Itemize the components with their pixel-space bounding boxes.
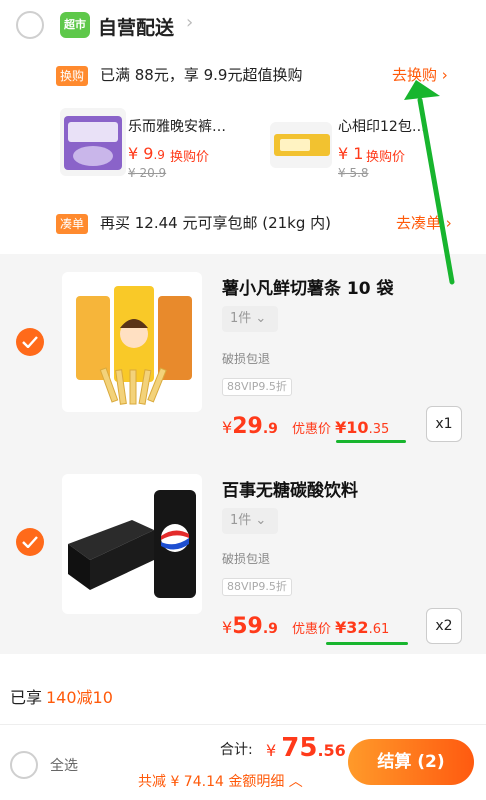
product-image[interactable]	[62, 474, 202, 614]
service-label: 破损包退	[222, 352, 271, 366]
service-label: 破损包退	[222, 552, 271, 566]
product-checkbox[interactable]	[16, 528, 44, 556]
product-name[interactable]: 薯小凡鲜切薯条 10 袋	[222, 274, 394, 299]
product-name[interactable]: 百事无糖碳酸饮料	[222, 476, 358, 501]
diaper-pack-icon	[64, 116, 122, 170]
tissue-pack-icon	[274, 134, 330, 156]
savings-detail[interactable]: 共减 ¥ 74.14 金额明细 ︿	[138, 771, 303, 791]
total-value: ¥ 75.56	[266, 733, 346, 763]
product-image[interactable]	[62, 272, 202, 412]
checkout-button[interactable]: 结算 (2)	[348, 739, 474, 785]
swap-item-name[interactable]: 乐而雅晚安裤…	[128, 116, 226, 136]
checkout-bar: 全选 合计: ¥ 75.56 共减 ¥ 74.14 金额明细 ︿ 结算 (2)	[0, 724, 486, 800]
product-price: ¥29.9	[222, 414, 278, 439]
swap-item-price: ¥ 1	[338, 144, 364, 163]
swap-item-image[interactable]	[60, 108, 126, 176]
spec-value: 1件	[230, 513, 252, 528]
swap-promo-text: 已满 88元，享 9.9元超值换购	[100, 66, 303, 84]
swap-link[interactable]: 去换购 ›	[392, 64, 448, 85]
bundle-tag: 凑单	[56, 214, 89, 234]
swap-item-price: ¥ 9.9	[128, 144, 165, 163]
spec-value: 1件	[230, 311, 252, 326]
product-checkbox[interactable]	[16, 328, 44, 356]
chevron-right-icon: ›	[445, 214, 452, 232]
promo-card: 换购 已满 88元，享 9.9元超值换购 去换购 › 乐而雅晚安裤… ¥ 9.9…	[44, 52, 474, 252]
vip-tag: 88VIP9.5折	[222, 578, 292, 596]
chevron-down-icon: ⌄	[255, 513, 267, 528]
saved-prefix: 已享	[10, 688, 43, 707]
chevron-down-icon: ⌄	[255, 311, 267, 326]
checkmark-icon	[22, 336, 38, 348]
annotation-underline	[336, 440, 406, 443]
saved-value: 140减10	[46, 688, 113, 707]
swap-item-name[interactable]: 心相印12包…	[338, 116, 426, 136]
product-price: ¥59.9	[222, 614, 278, 639]
bundle-link[interactable]: 去凑单 ›	[396, 212, 452, 233]
chevron-right-icon: ›	[441, 66, 448, 84]
product-list: 薯小凡鲜切薯条 10 袋 1件 ⌄ 破损包退 88VIP9.5折 ¥29.9 优…	[0, 254, 486, 654]
swap-item-image[interactable]	[270, 122, 332, 168]
spec-selector[interactable]: 1件 ⌄	[222, 508, 278, 534]
checkmark-icon	[22, 536, 38, 548]
swap-link-label[interactable]: 去换购	[392, 66, 437, 84]
soda-cans-icon	[68, 490, 196, 598]
vip-tag: 88VIP9.5折	[222, 378, 292, 396]
chevron-right-icon[interactable]: ›	[186, 12, 193, 33]
swap-tag: 换购	[56, 66, 89, 86]
supermarket-badge: 超市	[60, 12, 90, 38]
spec-selector[interactable]: 1件 ⌄	[222, 306, 278, 332]
total-label: 合计:	[220, 742, 253, 758]
select-all-label[interactable]: 全选	[50, 755, 78, 775]
swap-original-price: ¥ 20.9	[128, 166, 167, 180]
swap-original-price: ¥ 5.8	[338, 166, 369, 180]
bundle-link-label[interactable]: 去凑单	[396, 214, 441, 232]
bundle-promo-text: 再买 12.44 元可享包邮 (21kg 内)	[100, 214, 332, 232]
store-header: 超市 自营配送 ›	[0, 0, 486, 52]
swap-price-label: 换购价	[170, 150, 210, 165]
store-select-radio[interactable]	[16, 11, 44, 39]
yen-sign: ¥	[222, 618, 233, 637]
swap-price-label: 换购价	[366, 150, 406, 165]
annotation-underline	[326, 642, 408, 645]
select-all-radio[interactable]	[10, 751, 38, 779]
discount-price: 优惠价 ¥32.61	[292, 618, 390, 637]
quantity-stepper[interactable]: x2	[426, 608, 462, 644]
store-name[interactable]: 自营配送	[98, 13, 174, 40]
fries-pack-icon	[76, 286, 192, 405]
discount-price: 优惠价 ¥10.35	[292, 418, 390, 437]
quantity-stepper[interactable]: x1	[426, 406, 462, 442]
yen-sign: ¥	[266, 741, 282, 760]
saved-promo-row: 已享 140减10	[0, 672, 486, 718]
yen-sign: ¥	[222, 418, 233, 437]
